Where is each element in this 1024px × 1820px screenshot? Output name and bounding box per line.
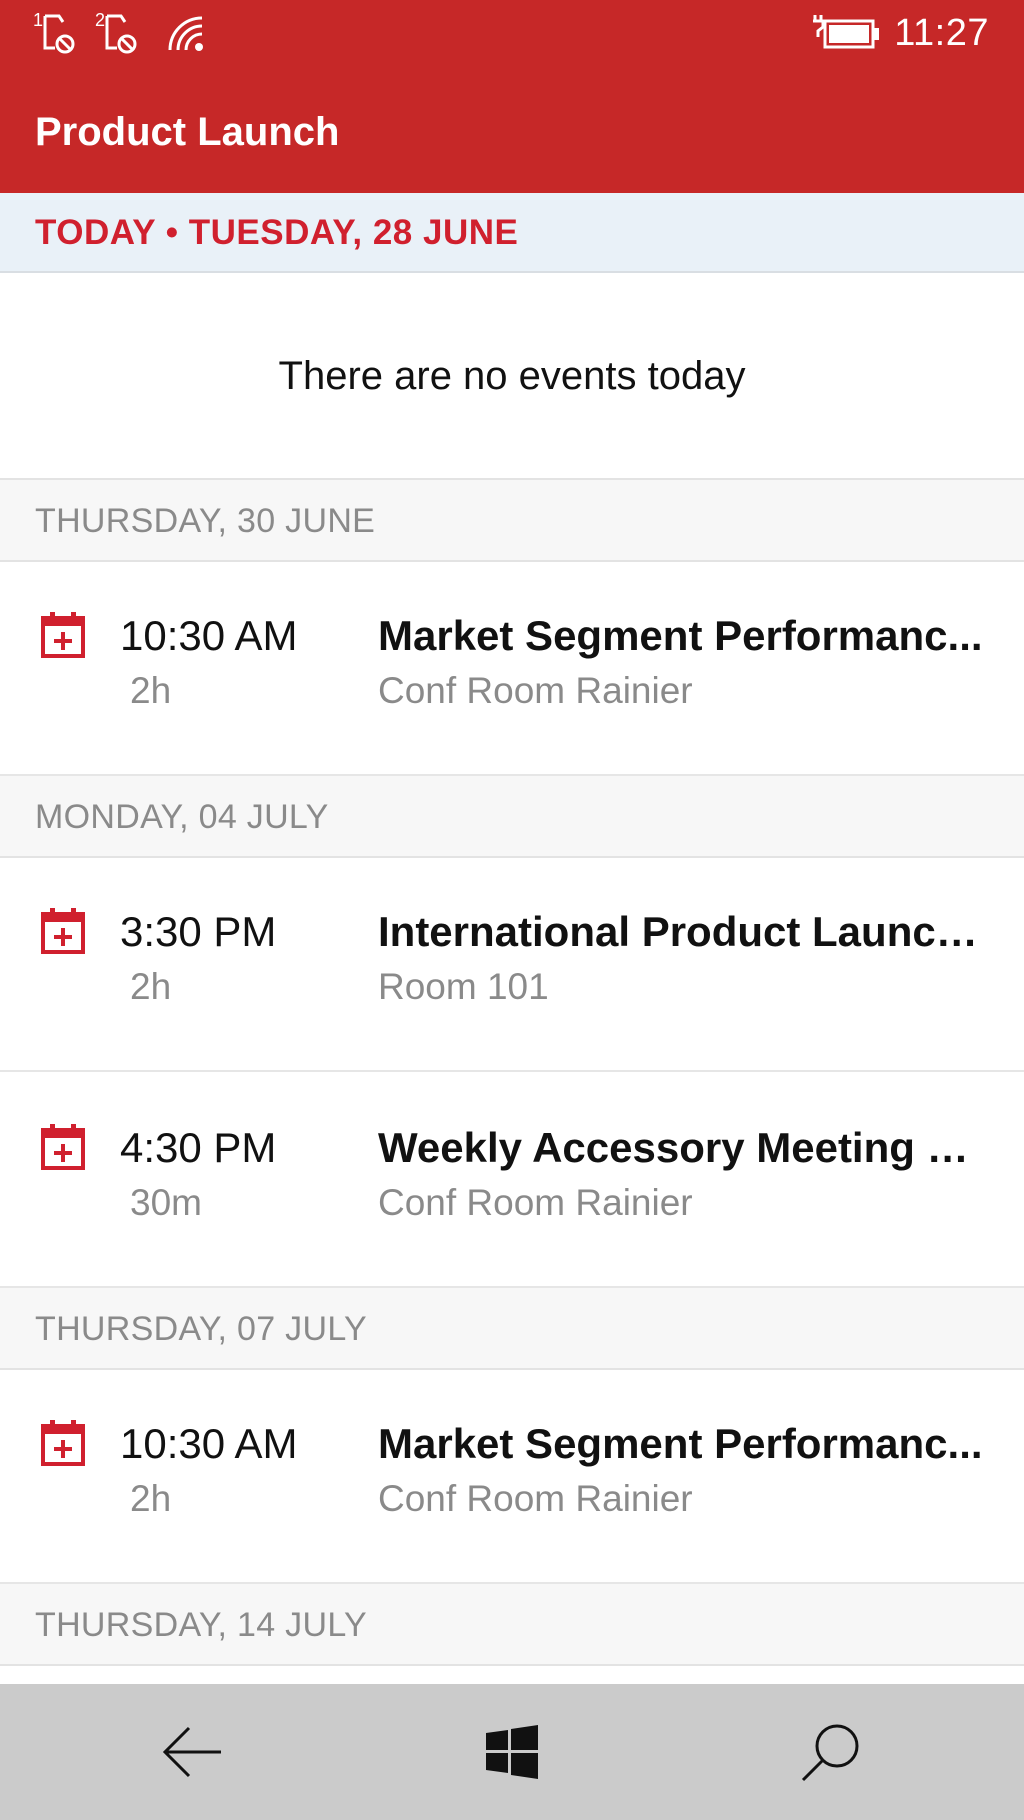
day-header: THURSDAY, 14 JULY (0, 1584, 1024, 1666)
event-duration: 2h (130, 966, 172, 1007)
event-duration: 2h (130, 1478, 172, 1519)
windows-icon (486, 1725, 538, 1779)
event-item[interactable]: 3:30 PM 2h International Product Launch.… (0, 858, 1024, 1072)
event-time: 10:30 AM (120, 612, 298, 659)
calendar-add-icon (41, 1124, 85, 1170)
system-nav-bar (0, 1684, 1024, 1820)
status-clock: 11:27 (894, 12, 989, 54)
event-item[interactable]: 4:30 PM 30m Weekly Accessory Meeting wi.… (0, 1074, 1024, 1288)
day-label: MONDAY, 04 JULY (35, 798, 329, 836)
day-label: THURSDAY, 07 JULY (35, 1310, 367, 1348)
search-button[interactable] (731, 1684, 931, 1820)
day-header: THURSDAY, 07 JULY (0, 1288, 1024, 1370)
event-title: Market Segment Performanc... (378, 1420, 983, 1467)
page-title: Product Launch (35, 110, 340, 154)
event-time: 10:30 AM (120, 1420, 298, 1467)
calendar-add-icon (41, 1420, 85, 1466)
calendar-add-icon (41, 908, 85, 954)
day-header: MONDAY, 04 JULY (0, 776, 1024, 858)
event-item[interactable]: 10:30 AM 2h Market Segment Performanc...… (0, 1370, 1024, 1584)
app-header: 1 2 11:27 Product Launch (0, 0, 1024, 193)
event-location: Conf Room Rainier (378, 1478, 693, 1519)
event-location: Conf Room Rainier (378, 670, 693, 711)
event-title: Market Segment Performanc... (378, 612, 983, 659)
wifi-icon (168, 16, 203, 51)
event-title: Weekly Accessory Meeting wi... (378, 1124, 990, 1171)
back-arrow-icon (162, 1726, 221, 1778)
start-button[interactable] (412, 1684, 612, 1820)
event-duration: 2h (130, 670, 172, 711)
event-time: 3:30 PM (120, 908, 277, 955)
today-label: TODAY • TUESDAY, 28 JUNE (35, 213, 519, 252)
day-label: THURSDAY, 30 JUNE (35, 502, 376, 540)
calendar-add-icon (41, 612, 85, 658)
status-bar: 1 2 11:27 (0, 0, 1024, 66)
battery-charging-icon (813, 15, 879, 49)
event-location: Room 101 (378, 966, 549, 1007)
back-button[interactable] (93, 1684, 293, 1820)
today-header: TODAY • TUESDAY, 28 JUNE (0, 193, 1024, 273)
day-label: THURSDAY, 14 JULY (35, 1606, 367, 1644)
no-signal-icon (43, 14, 75, 54)
event-time: 4:30 PM (120, 1124, 277, 1171)
no-signal-icon (105, 14, 137, 54)
event-title: International Product Launch... (378, 908, 990, 955)
day-header: THURSDAY, 30 JUNE (0, 480, 1024, 562)
search-icon (801, 1724, 859, 1782)
event-item[interactable]: 10:30 AM 2h Market Segment Performanc...… (0, 562, 1024, 776)
no-events-message: There are no events today (0, 275, 1024, 480)
event-duration: 30m (130, 1182, 202, 1223)
event-location: Conf Room Rainier (378, 1182, 693, 1223)
